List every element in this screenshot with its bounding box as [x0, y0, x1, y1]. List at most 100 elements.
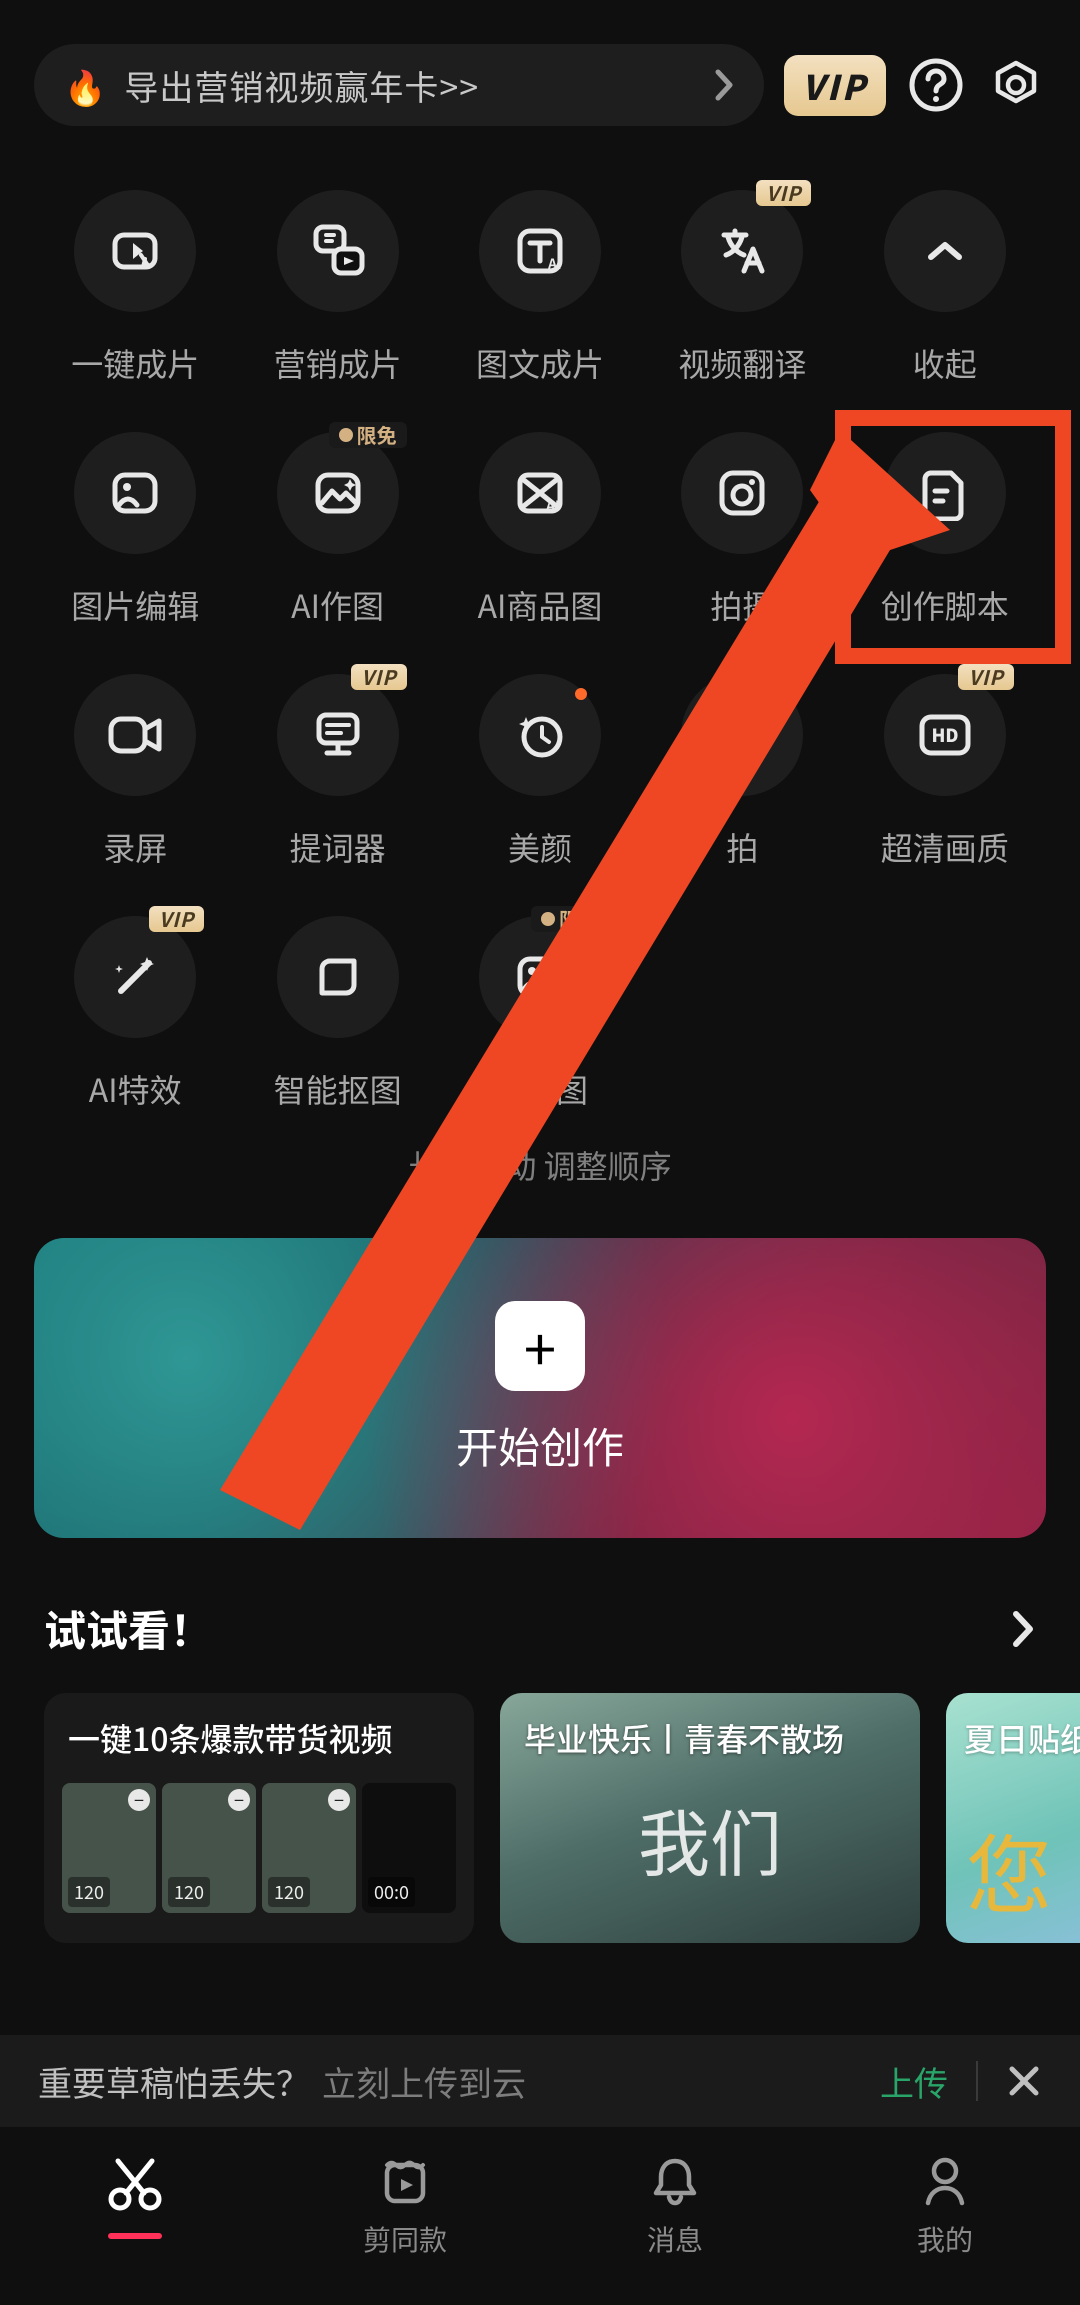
limited-tag: 限免	[531, 906, 609, 932]
try-more-button[interactable]	[1010, 1608, 1036, 1650]
cloud-answer: 立刻上传到云	[322, 2057, 526, 2106]
tool-marketing-video[interactable]: 营销成片	[236, 190, 438, 386]
tool-text-video[interactable]: AI 图文成片	[439, 190, 641, 386]
nav-same[interactable]: 剪同款	[270, 2153, 540, 2305]
svg-text:AI: AI	[545, 496, 560, 516]
help-button[interactable]	[906, 55, 966, 115]
try-card-2[interactable]: 毕业快乐丨青春不散场 我们	[500, 1693, 920, 1943]
beauty-icon	[512, 707, 568, 763]
tool-label: 超清画质	[881, 824, 1009, 870]
tool-cutout[interactable]: 智能抠图	[236, 916, 438, 1112]
nav-edit[interactable]	[0, 2153, 270, 2305]
nav-label: 剪同款	[363, 2219, 447, 2259]
try-section: 试试看！ 一键10条爆款带货视频 −120 −120 −120 00:0 毕业快…	[0, 1538, 1080, 1943]
tool-shoot[interactable]: 拍摄	[641, 432, 843, 628]
camera-icon	[714, 465, 770, 521]
tool-teleprompter[interactable]: VIP 提词器	[236, 674, 438, 870]
teleprompter-icon	[311, 707, 365, 763]
minus-icon: −	[128, 1789, 150, 1811]
tool-label: 营销成片	[274, 340, 402, 386]
cloud-upload-bar: 重要草稿怕丢失？ 立刻上传到云 上传	[0, 2035, 1080, 2127]
tool-ai-product[interactable]: AI AI商品图	[439, 432, 641, 628]
nav-messages[interactable]: 消息	[540, 2153, 810, 2305]
bell-icon	[649, 2153, 701, 2209]
tool-label: 美颜	[508, 824, 572, 870]
hd-image-icon: HD	[512, 949, 568, 1005]
separator	[976, 2061, 978, 2101]
vip-tag: VIP	[756, 180, 811, 206]
try-card-1[interactable]: 一键10条爆款带货视频 −120 −120 −120 00:0	[44, 1693, 474, 1943]
tool-label: 超清图	[492, 1066, 588, 1112]
tool-one-click-video[interactable]: 一键成片	[34, 190, 236, 386]
tool-hd-image[interactable]: 限免 HD 超清图	[439, 916, 641, 1112]
limited-tag: 限免	[329, 422, 407, 448]
image-edit-icon	[107, 465, 163, 521]
profile-icon	[920, 2153, 970, 2209]
nav-label: 消息	[647, 2219, 703, 2259]
start-create-label: 开始创作	[456, 1415, 624, 1476]
nav-mine[interactable]: 我的	[810, 2153, 1080, 2305]
card-glyph: 您	[966, 1806, 1052, 1931]
svg-text:AI: AI	[547, 254, 562, 274]
record-icon	[105, 711, 165, 759]
settings-button[interactable]	[986, 55, 1046, 115]
video-bolt-icon	[107, 223, 163, 279]
svg-text:HD: HD	[550, 978, 568, 997]
tool-label: 视频翻译	[678, 340, 806, 386]
annotation-highlight-box	[835, 410, 1071, 664]
close-button[interactable]	[1006, 2063, 1042, 2099]
tool-shoot2[interactable]: 拍	[641, 674, 843, 870]
try-card-row[interactable]: 一键10条爆款带货视频 −120 −120 −120 00:0 毕业快乐丨青春不…	[44, 1693, 1036, 1943]
cloud-upload-button[interactable]: 上传	[880, 2057, 948, 2106]
card-thumbnails: −120 −120 −120 00:0	[44, 1783, 474, 1913]
tool-hd-quality[interactable]: VIP HD 超清画质	[844, 674, 1046, 870]
hd-icon: HD	[916, 711, 974, 759]
start-create-banner[interactable]: + 开始创作	[34, 1238, 1046, 1538]
minus-icon: −	[328, 1789, 350, 1811]
tool-label: 收起	[913, 340, 977, 386]
tool-ai-image[interactable]: 限免 AI作图	[236, 432, 438, 628]
tool-beauty[interactable]: 美颜	[439, 674, 641, 870]
tool-label: AI特效	[89, 1066, 182, 1112]
tool-video-translate[interactable]: VIP 视频翻译	[641, 190, 843, 386]
try-card-3[interactable]: 夏日贴纸 您	[946, 1693, 1080, 1943]
chevron-up-icon	[923, 229, 967, 273]
vip-tag: VIP	[958, 664, 1013, 690]
marketing-icon	[308, 221, 368, 281]
tool-collapse[interactable]: 收起	[844, 190, 1046, 386]
vip-tag: VIP	[149, 906, 204, 932]
tool-ai-effects[interactable]: VIP AI特效	[34, 916, 236, 1112]
flame-icon: 🔥	[64, 61, 106, 110]
tool-label: 提词器	[290, 824, 386, 870]
svg-text:HD: HD	[931, 722, 958, 748]
plus-icon: +	[495, 1301, 585, 1391]
scissors-icon	[104, 2153, 166, 2215]
nav-label: 我的	[917, 2219, 973, 2259]
tool-label: 拍	[726, 824, 758, 870]
wand-icon	[107, 949, 163, 1005]
template-icon	[377, 2153, 433, 2209]
tool-label: AI作图	[291, 582, 384, 628]
notification-dot	[575, 688, 587, 700]
card-glyph: 我们	[500, 1733, 920, 1943]
tool-label: 录屏	[103, 824, 167, 870]
tool-label: 图片编辑	[71, 582, 199, 628]
tool-image-edit[interactable]: 图片编辑	[34, 432, 236, 628]
card-title: 夏日贴纸	[946, 1693, 1080, 1783]
tool-label: 拍摄	[710, 582, 774, 628]
bottom-nav: 剪同款 消息 我的	[0, 2127, 1080, 2305]
cutout-icon	[312, 951, 364, 1003]
translate-icon	[714, 223, 770, 279]
cloud-question: 重要草稿怕丢失？	[38, 2057, 310, 2106]
promo-banner[interactable]: 🔥 导出营销视频赢年卡>>	[34, 44, 764, 126]
tool-label: AI商品图	[478, 582, 603, 628]
tool-label: 图文成片	[476, 340, 604, 386]
promo-text: 导出营销视频赢年卡>>	[124, 61, 479, 110]
vip-tag: VIP	[351, 664, 406, 690]
top-bar: 🔥 导出营销视频赢年卡>> VIP	[0, 0, 1080, 140]
minus-icon: −	[228, 1789, 250, 1811]
tool-screen-record[interactable]: 录屏	[34, 674, 236, 870]
vip-badge[interactable]: VIP	[784, 55, 886, 116]
ai-image-icon	[310, 465, 366, 521]
card-title: 一键10条爆款带货视频	[44, 1693, 474, 1783]
